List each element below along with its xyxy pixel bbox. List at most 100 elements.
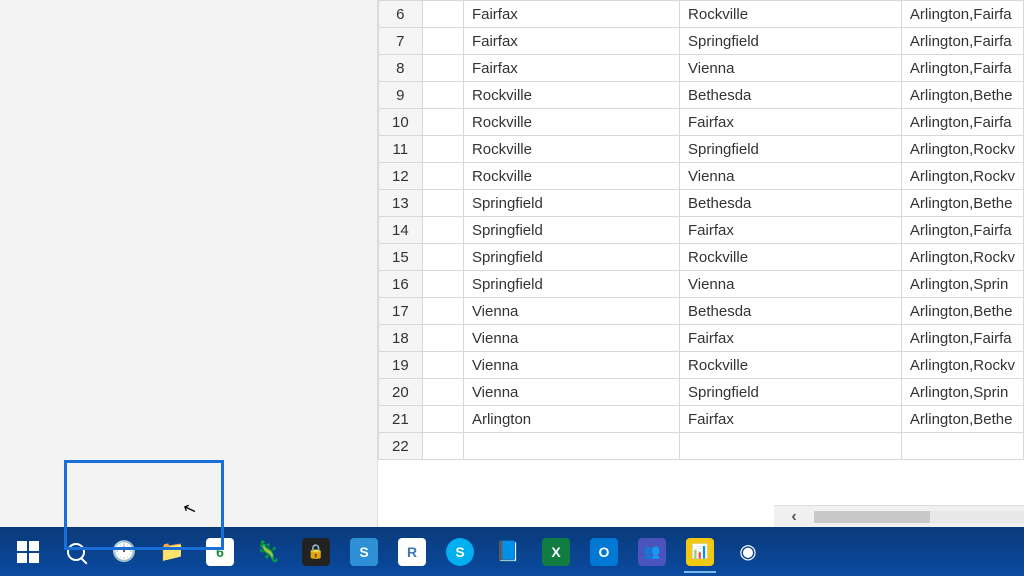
taskbar-notes-button[interactable]: 📘 xyxy=(484,531,532,573)
table-row[interactable]: 20 ViennaSpringfieldArlington,Sprin xyxy=(379,379,1024,406)
cell[interactable]: Arlington,Rockv xyxy=(901,163,1023,190)
cell[interactable] xyxy=(422,244,463,271)
table-row[interactable]: 6FairfaxRockvilleArlington,Fairfa xyxy=(379,1,1024,28)
cell[interactable]: Arlington,Fairfa xyxy=(901,109,1023,136)
table-row[interactable]: 8 FairfaxViennaArlington,Fairfa xyxy=(379,55,1024,82)
cell[interactable]: Arlington,Fairfa xyxy=(901,217,1023,244)
taskbar-rstudio-button[interactable]: R xyxy=(388,531,436,573)
cell[interactable] xyxy=(422,379,463,406)
cell[interactable] xyxy=(680,433,902,460)
cell[interactable] xyxy=(422,325,463,352)
row-number-cell[interactable]: 8 xyxy=(379,55,423,82)
cell[interactable] xyxy=(422,190,463,217)
cell[interactable]: Vienna xyxy=(463,298,679,325)
table-row[interactable]: 18ViennaFairfaxArlington,Fairfa xyxy=(379,325,1024,352)
cell[interactable]: Rockville xyxy=(463,109,679,136)
table-row[interactable]: 22 xyxy=(379,433,1024,460)
table-row[interactable]: 10 RockvilleFairfaxArlington,Fairfa xyxy=(379,109,1024,136)
row-number-cell[interactable]: 20 xyxy=(379,379,423,406)
cell[interactable]: Arlington,Fairfa xyxy=(901,55,1023,82)
cell[interactable]: Arlington,Sprin xyxy=(901,379,1023,406)
cell[interactable]: Fairfax xyxy=(680,217,902,244)
cell[interactable]: Bethesda xyxy=(680,298,902,325)
table-row[interactable]: 19 ViennaRockvilleArlington,Rockv xyxy=(379,352,1024,379)
cell[interactable]: Arlington,Bethe xyxy=(901,406,1023,433)
cell[interactable]: Vienna xyxy=(463,379,679,406)
scroll-track[interactable] xyxy=(814,511,1024,523)
cell[interactable] xyxy=(422,28,463,55)
cell[interactable]: Springfield xyxy=(463,190,679,217)
cell[interactable]: Arlington,Fairfa xyxy=(901,28,1023,55)
row-number-cell[interactable]: 10 xyxy=(379,109,423,136)
cell[interactable]: Arlington,Rockv xyxy=(901,136,1023,163)
cell[interactable]: Fairfax xyxy=(680,325,902,352)
row-number-cell[interactable]: 19 xyxy=(379,352,423,379)
row-number-cell[interactable]: 7 xyxy=(379,28,423,55)
cell[interactable]: Fairfax xyxy=(680,406,902,433)
taskbar-start-button[interactable] xyxy=(4,531,52,573)
table-row[interactable]: 11 RockvilleSpringfieldArlington,Rockv xyxy=(379,136,1024,163)
cell[interactable] xyxy=(422,82,463,109)
cell[interactable]: Vienna xyxy=(463,352,679,379)
taskbar-keepass-button[interactable]: 🔒 xyxy=(292,531,340,573)
row-number-cell[interactable]: 16 xyxy=(379,271,423,298)
cell[interactable]: Fairfax xyxy=(463,1,679,28)
cell[interactable]: Arlington xyxy=(463,406,679,433)
cell[interactable]: Arlington,Fairfa xyxy=(901,1,1023,28)
cell[interactable] xyxy=(422,55,463,82)
cell[interactable]: Arlington,Bethe xyxy=(901,298,1023,325)
row-number-cell[interactable]: 22 xyxy=(379,433,423,460)
cell[interactable] xyxy=(901,433,1023,460)
cell[interactable]: Vienna xyxy=(680,271,902,298)
cell[interactable] xyxy=(422,352,463,379)
cell[interactable]: Rockville xyxy=(463,136,679,163)
taskbar-chameleon-button[interactable]: 🦎 xyxy=(244,531,292,573)
taskbar-explorer-button[interactable]: 📁 xyxy=(148,531,196,573)
scroll-thumb[interactable] xyxy=(814,511,930,523)
table-row[interactable]: 17ViennaBethesdaArlington,Bethe xyxy=(379,298,1024,325)
cell[interactable] xyxy=(422,298,463,325)
cell[interactable]: Springfield xyxy=(680,28,902,55)
table-row[interactable]: 16SpringfieldViennaArlington,Sprin xyxy=(379,271,1024,298)
cell[interactable]: Vienna xyxy=(680,55,902,82)
cell[interactable]: Springfield xyxy=(680,379,902,406)
row-number-cell[interactable]: 15 xyxy=(379,244,423,271)
taskbar-clock-button[interactable]: 🕐 xyxy=(100,531,148,573)
taskbar[interactable]: 🕐📁6🦎🔒SRS📘XO👥📊◉ xyxy=(0,527,1024,576)
cell[interactable] xyxy=(422,271,463,298)
cell[interactable] xyxy=(422,1,463,28)
cell[interactable]: Springfield xyxy=(463,244,679,271)
cell[interactable]: Springfield xyxy=(463,271,679,298)
taskbar-search-button[interactable] xyxy=(52,531,100,573)
cell[interactable]: Rockville xyxy=(680,352,902,379)
cell[interactable]: Arlington,Rockv xyxy=(901,244,1023,271)
taskbar-teams-button[interactable]: 👥 xyxy=(628,531,676,573)
cell[interactable]: Vienna xyxy=(680,163,902,190)
cell[interactable]: Fairfax xyxy=(680,109,902,136)
row-number-cell[interactable]: 12 xyxy=(379,163,423,190)
taskbar-nuance-button[interactable]: 6 xyxy=(196,531,244,573)
cell[interactable] xyxy=(422,217,463,244)
taskbar-powerbi-button[interactable]: 📊 xyxy=(676,531,724,573)
row-number-cell[interactable]: 18 xyxy=(379,325,423,352)
row-number-cell[interactable]: 21 xyxy=(379,406,423,433)
taskbar-excel-button[interactable]: X xyxy=(532,531,580,573)
cell[interactable]: Springfield xyxy=(463,217,679,244)
table-row[interactable]: 9RockvilleBethesdaArlington,Bethe xyxy=(379,82,1024,109)
cell[interactable]: Vienna xyxy=(463,325,679,352)
table-row[interactable]: 13 SpringfieldBethesdaArlington,Bethe xyxy=(379,190,1024,217)
cell[interactable]: Arlington,Rockv xyxy=(901,352,1023,379)
cell[interactable]: Rockville xyxy=(463,163,679,190)
cell[interactable]: Arlington,Bethe xyxy=(901,190,1023,217)
taskbar-outlook-button[interactable]: O xyxy=(580,531,628,573)
cell[interactable] xyxy=(422,406,463,433)
cell[interactable]: Bethesda xyxy=(680,190,902,217)
cell[interactable]: Rockville xyxy=(463,82,679,109)
table-row[interactable]: 21 ArlingtonFairfaxArlington,Bethe xyxy=(379,406,1024,433)
cell[interactable]: Rockville xyxy=(680,244,902,271)
row-number-cell[interactable]: 11 xyxy=(379,136,423,163)
cell[interactable]: Springfield xyxy=(680,136,902,163)
row-number-cell[interactable]: 13 xyxy=(379,190,423,217)
cell[interactable]: Fairfax xyxy=(463,55,679,82)
row-number-cell[interactable]: 14 xyxy=(379,217,423,244)
